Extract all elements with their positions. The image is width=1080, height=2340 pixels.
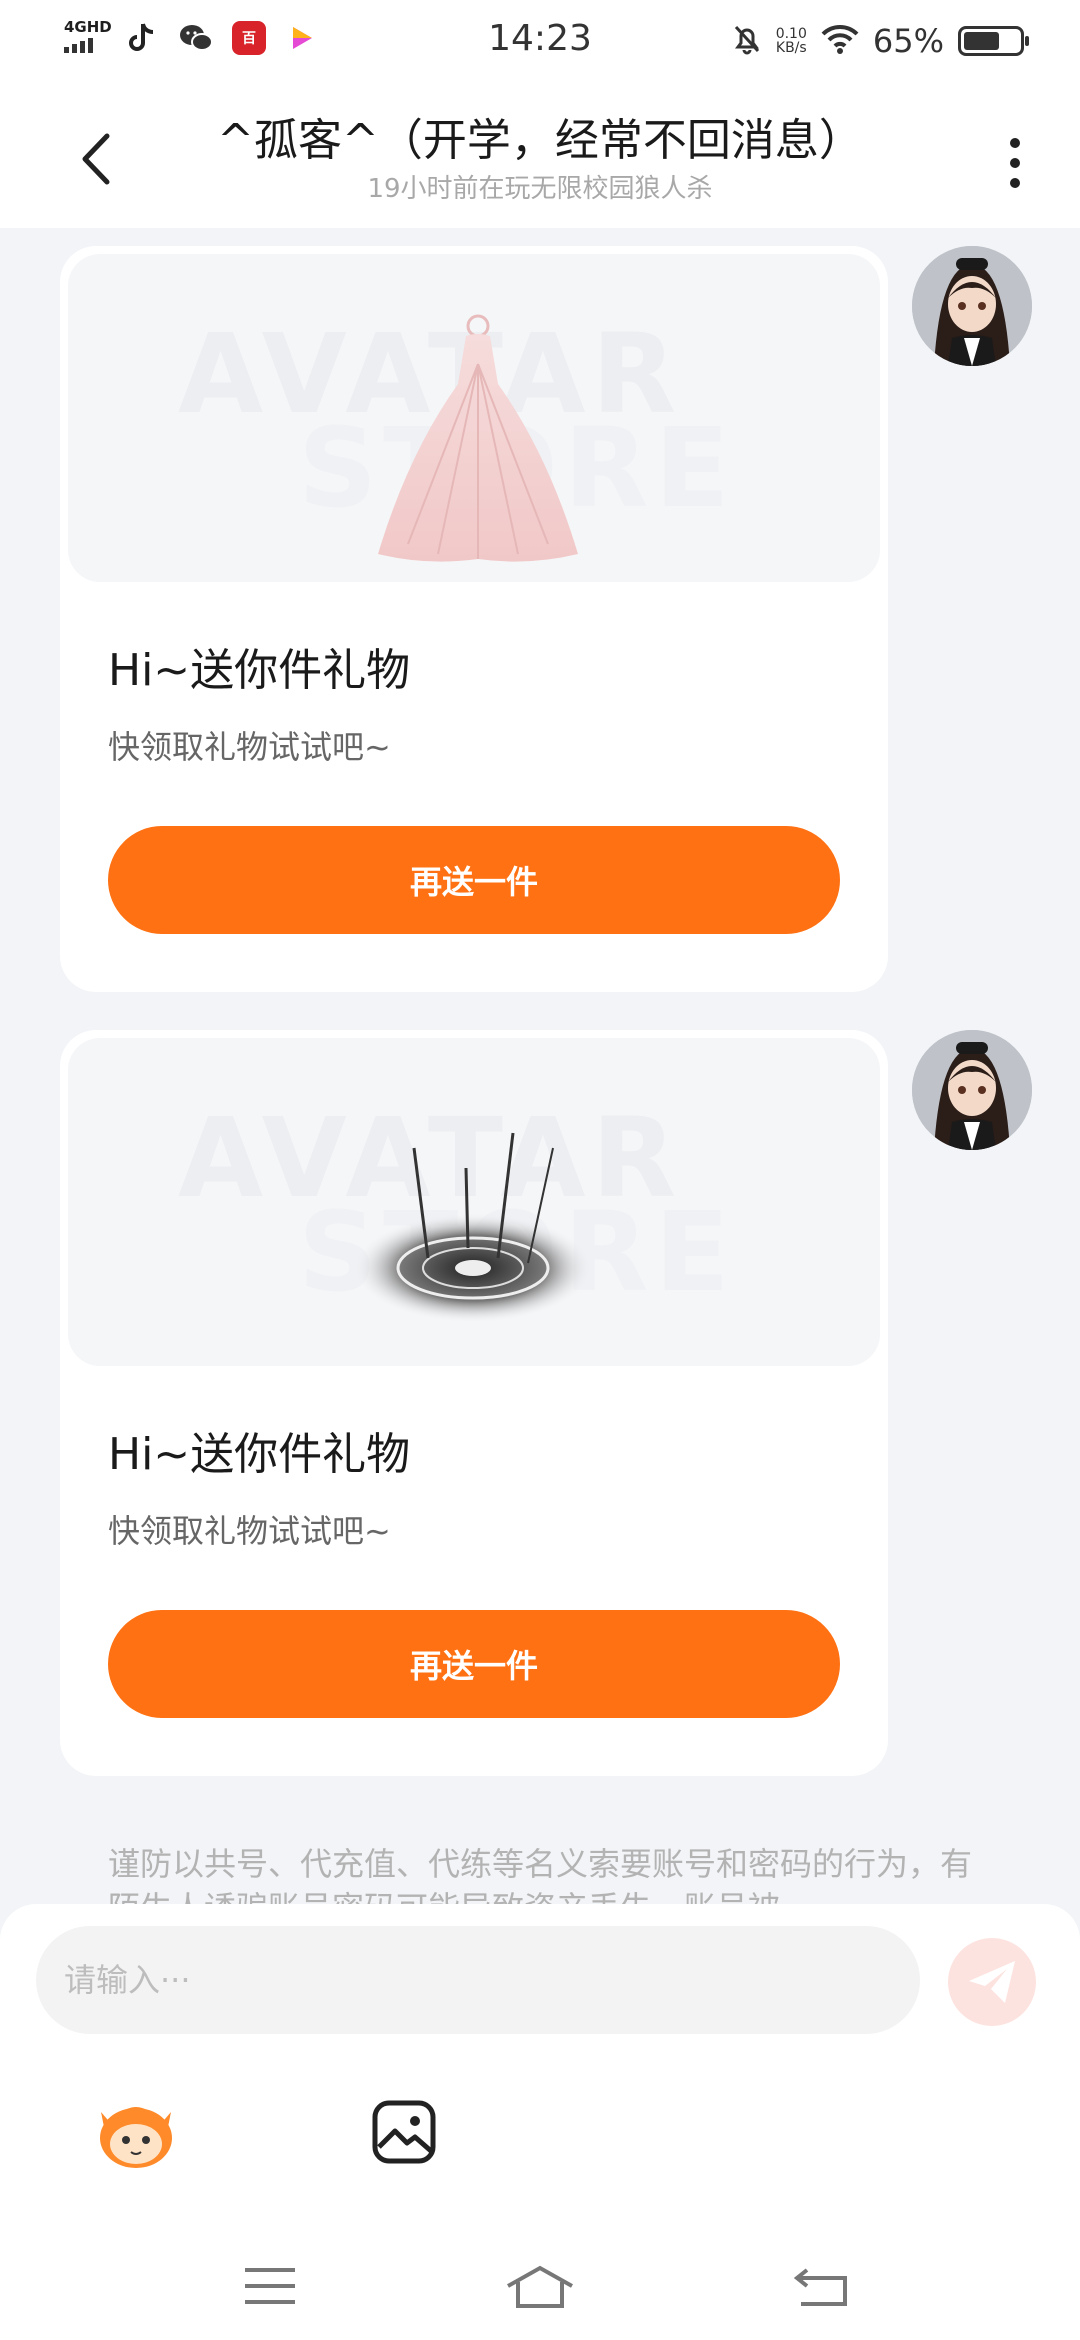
battery-fill <box>964 32 1000 50</box>
gift-message-card: AVATAR STORE Hi~送你件礼物 快领取礼物试试吧~ 再送一件 <box>60 1030 888 1776</box>
more-dot-icon <box>1010 178 1020 188</box>
menu-icon <box>245 2268 295 2304</box>
back-button[interactable] <box>66 124 126 194</box>
chat-header: ^孤客^（开学，经常不回消息） 19小时前在玩无限校园狼人杀 <box>0 84 1080 228</box>
chevron-left-icon <box>82 133 110 185</box>
mascot-icon <box>100 2107 172 2168</box>
avatar-icon <box>912 1030 1032 1150</box>
status-bar: 4GHD 百 14:23 0.10 KB/s 65% <box>0 0 1080 84</box>
back-nav-button[interactable] <box>782 2256 862 2316</box>
paper-plane-icon <box>969 1961 1015 2003</box>
mute-bell-icon <box>732 23 762 59</box>
gift-message-card: AVATAR STORE Hi~送你件礼物 快领取礼物试试吧~ 再送一件 <box>60 246 888 992</box>
home-button[interactable] <box>500 2256 580 2316</box>
gift-image[interactable]: AVATAR STORE <box>68 254 880 582</box>
gift-subtitle: 快领取礼物试试吧~ <box>108 728 391 766</box>
return-icon <box>793 2268 847 2306</box>
magic-circle-icon <box>353 1132 593 1323</box>
net-speed-unit: KB/s <box>775 40 807 56</box>
message-input[interactable] <box>36 1926 920 2034</box>
send-another-gift-button[interactable]: 再送一件 <box>108 826 840 934</box>
send-message-button[interactable] <box>948 1938 1036 2026</box>
net-speed: 0.10 KB/s <box>776 27 807 55</box>
status-right: 0.10 KB/s 65% <box>732 22 1029 60</box>
home-icon <box>507 2265 573 2308</box>
net-speed-value: 0.10 <box>775 26 807 42</box>
emoji-mascot-button[interactable] <box>86 2082 186 2182</box>
chat-title: ^孤客^（开学，经常不回消息） <box>217 115 863 166</box>
more-dot-icon <box>1010 158 1020 168</box>
composer-panel <box>0 1904 1080 2340</box>
gift-image[interactable]: AVATAR STORE <box>68 1038 880 1366</box>
chat-status: 19小时前在玩无限校园狼人杀 <box>367 174 713 204</box>
avatar-icon <box>912 246 1032 366</box>
battery-percent: 65% <box>872 22 944 60</box>
system-nav-bar <box>0 2212 1080 2340</box>
image-picker-button[interactable] <box>354 2082 454 2182</box>
send-another-gift-button[interactable]: 再送一件 <box>108 1610 840 1718</box>
more-dot-icon <box>1010 138 1020 148</box>
gift-title: Hi~送你件礼物 <box>108 1429 411 1480</box>
dress-icon <box>378 314 578 562</box>
wifi-icon <box>821 24 859 58</box>
sender-avatar[interactable] <box>912 1030 1032 1150</box>
more-options-button[interactable] <box>990 128 1040 198</box>
image-icon <box>372 2100 436 2164</box>
sender-avatar[interactable] <box>912 246 1032 366</box>
battery-icon <box>958 26 1029 56</box>
recent-apps-button[interactable] <box>230 2256 310 2316</box>
gift-title: Hi~送你件礼物 <box>108 645 411 696</box>
gift-subtitle: 快领取礼物试试吧~ <box>108 1512 391 1550</box>
